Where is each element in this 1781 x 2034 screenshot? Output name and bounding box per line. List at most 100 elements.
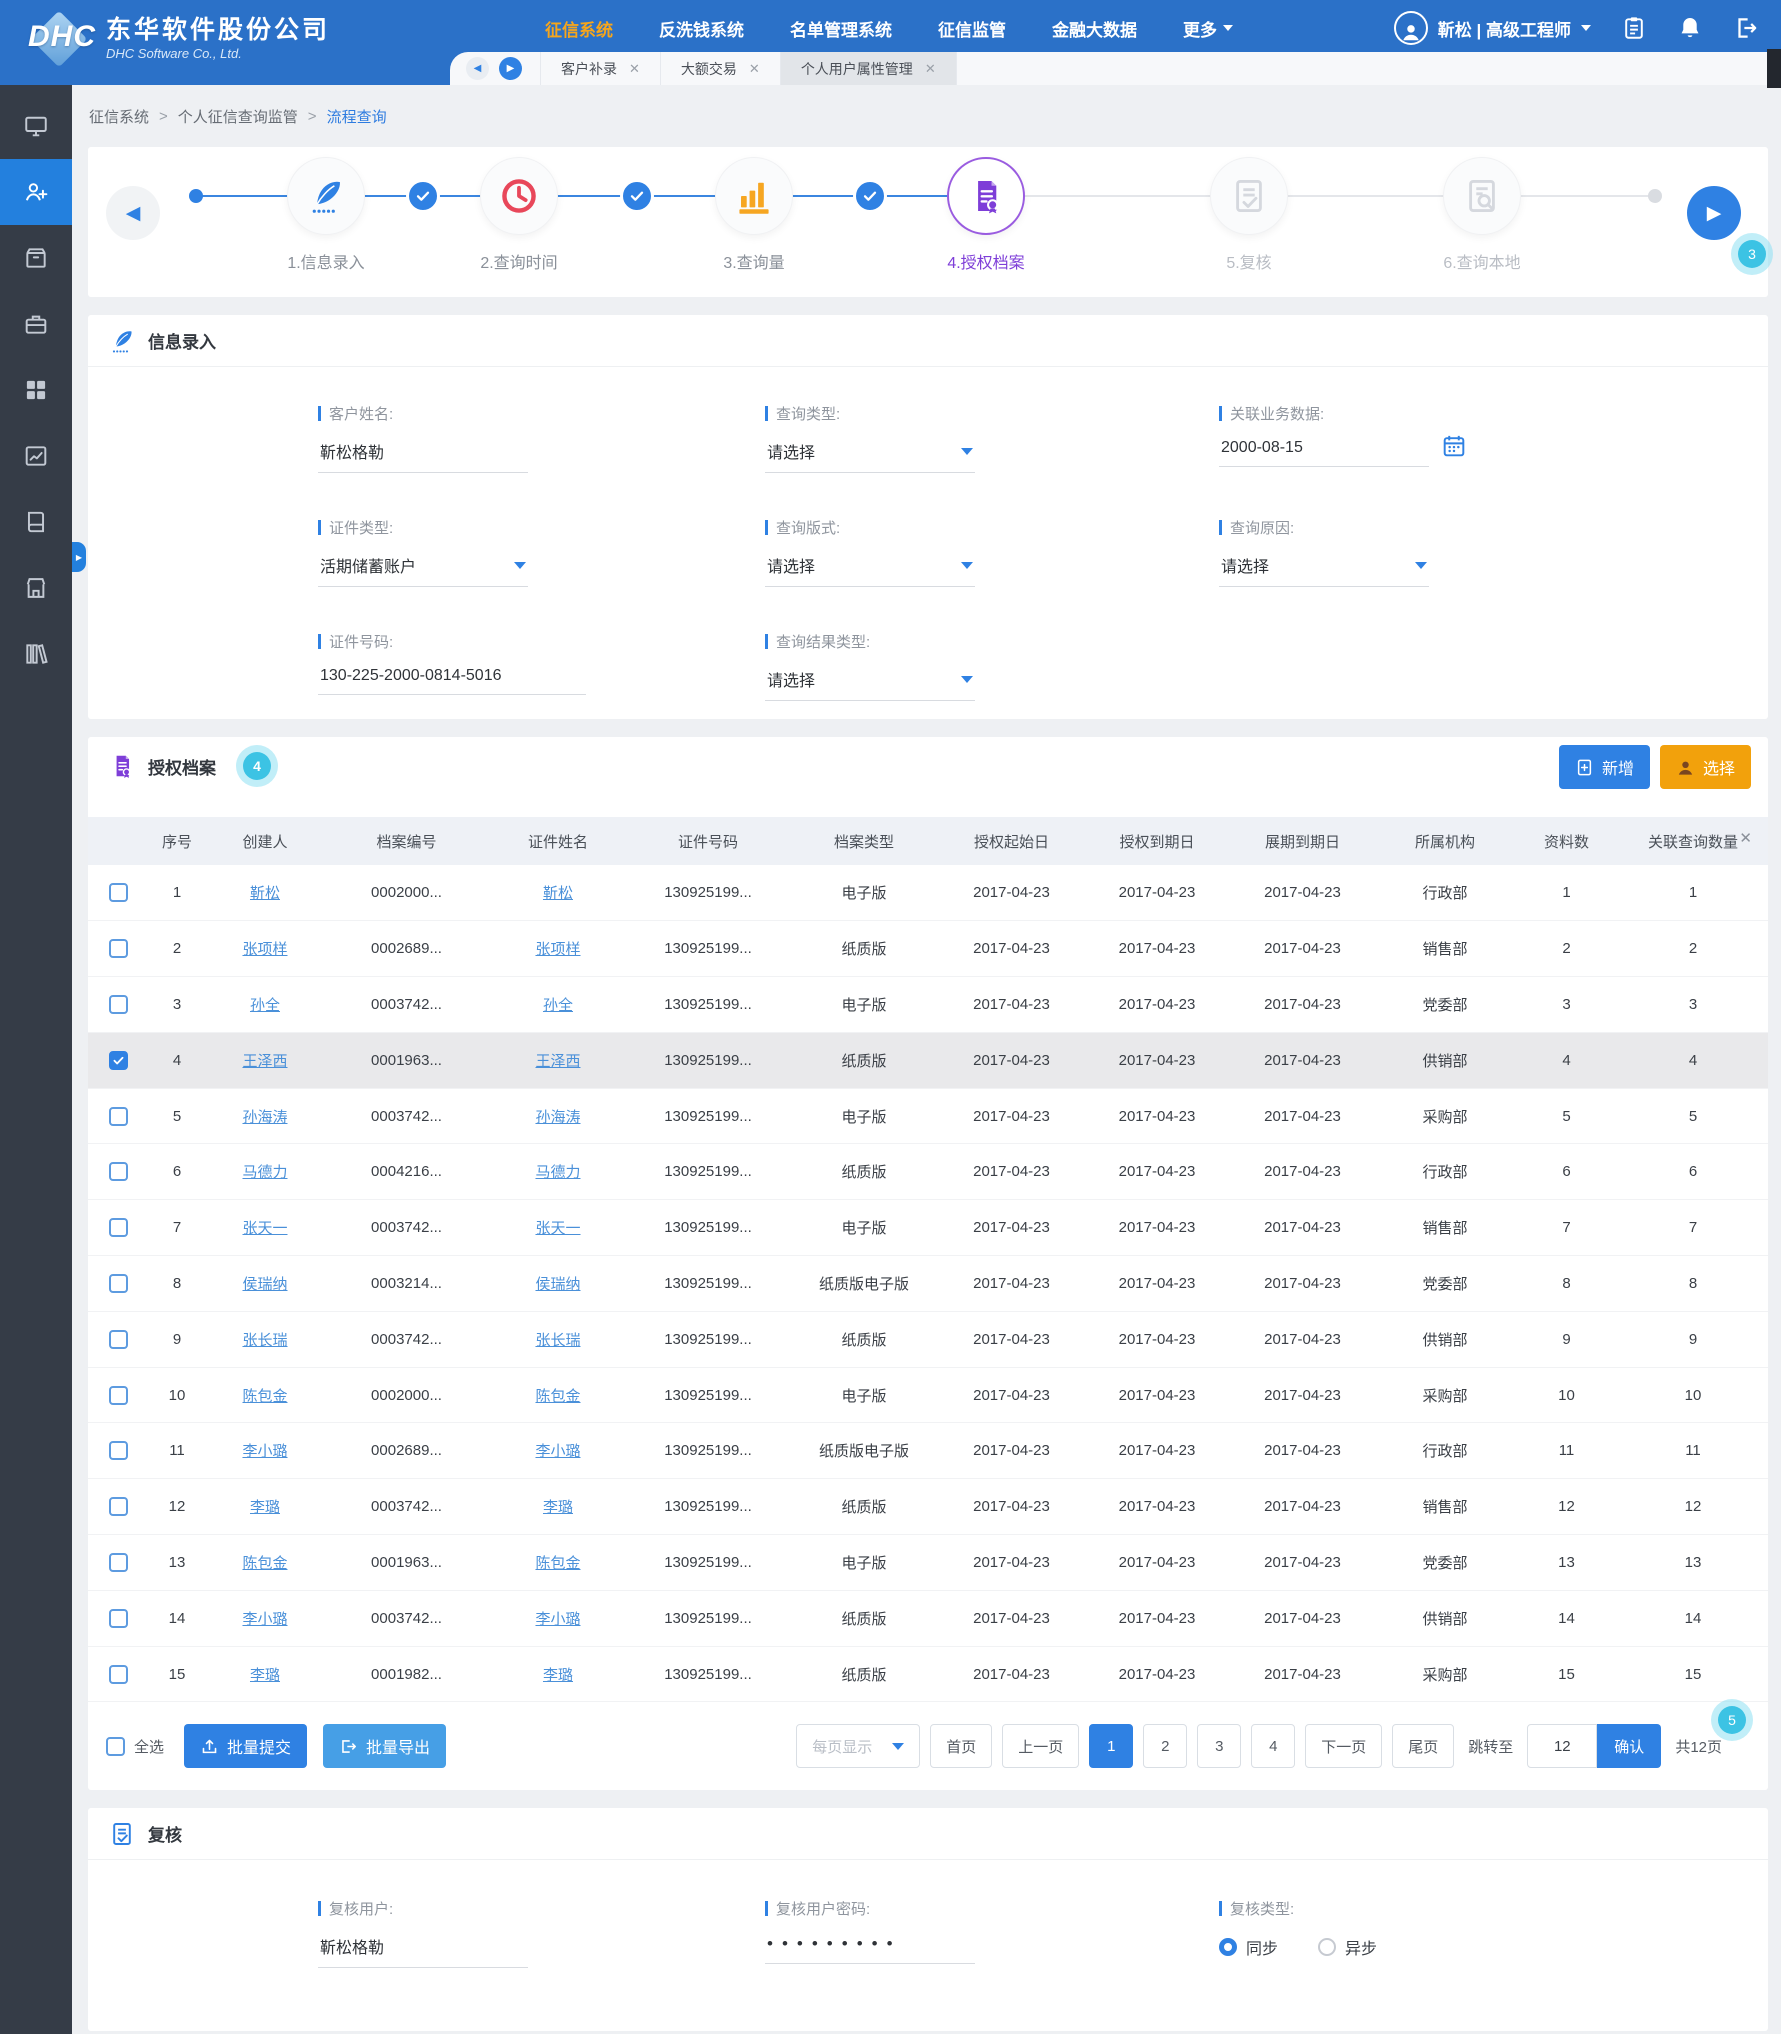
creator-link[interactable]: 张长瑞 bbox=[242, 1332, 287, 1349]
creator-link[interactable]: 张天一 bbox=[242, 1220, 287, 1237]
step-1[interactable] bbox=[287, 157, 365, 235]
tab[interactable]: 客户补录✕ bbox=[540, 52, 660, 85]
sidebar-item-briefcase[interactable] bbox=[0, 291, 72, 357]
name-link[interactable]: 王泽西 bbox=[535, 1053, 580, 1070]
tabs-scroll-right-button[interactable]: ▶ bbox=[499, 57, 522, 80]
field-input[interactable]: 请选择 bbox=[765, 665, 975, 701]
field-input[interactable]: 活期储蓄账户 bbox=[318, 551, 528, 587]
sidebar-item-book[interactable] bbox=[0, 489, 72, 555]
bell-icon[interactable] bbox=[1677, 15, 1703, 41]
select-button[interactable]: 选择 bbox=[1660, 745, 1751, 789]
select-all[interactable]: 全选 bbox=[106, 1736, 164, 1757]
nav-item[interactable]: 金融大数据 bbox=[1052, 16, 1137, 41]
row-checkbox[interactable] bbox=[109, 1107, 128, 1126]
step-6[interactable] bbox=[1443, 157, 1521, 235]
radio-option[interactable]: 异步 bbox=[1318, 1935, 1377, 1959]
stepper-next-button[interactable]: ▶ bbox=[1687, 186, 1741, 240]
tabs-scroll-left-button[interactable]: ◀ bbox=[466, 57, 489, 80]
row-checkbox[interactable] bbox=[109, 1051, 128, 1070]
row-checkbox[interactable] bbox=[109, 1665, 128, 1684]
close-icon[interactable]: ✕ bbox=[1739, 829, 1752, 847]
row-checkbox[interactable] bbox=[109, 883, 128, 902]
confirm-button[interactable]: 确认 bbox=[1597, 1724, 1661, 1768]
page-button-1[interactable]: 1 bbox=[1089, 1724, 1133, 1768]
row-checkbox[interactable] bbox=[109, 939, 128, 958]
creator-link[interactable]: 王泽西 bbox=[242, 1053, 287, 1070]
name-link[interactable]: 张长瑞 bbox=[535, 1332, 580, 1349]
field-input[interactable]: 130-225-2000-0814-5016 bbox=[318, 665, 586, 695]
name-link[interactable]: 陈包金 bbox=[535, 1555, 580, 1572]
name-link[interactable]: 靳松 bbox=[543, 885, 573, 902]
sidebar-item-user-add[interactable] bbox=[0, 159, 72, 225]
step-4[interactable] bbox=[947, 157, 1025, 235]
creator-link[interactable]: 马德力 bbox=[242, 1164, 287, 1181]
page-size-select[interactable]: 每页显示 bbox=[796, 1724, 920, 1768]
creator-link[interactable]: 李璐 bbox=[250, 1667, 280, 1684]
row-checkbox[interactable] bbox=[109, 1441, 128, 1460]
row-checkbox[interactable] bbox=[109, 1162, 128, 1181]
nav-item[interactable]: 更多 bbox=[1183, 16, 1233, 41]
close-icon[interactable]: ✕ bbox=[925, 61, 936, 77]
batch-submit-button[interactable]: 批量提交 bbox=[184, 1724, 307, 1768]
page-button-3[interactable]: 3 bbox=[1197, 1724, 1241, 1768]
step-2[interactable] bbox=[480, 157, 558, 235]
stepper-prev-button[interactable]: ◀ bbox=[106, 186, 160, 240]
clipboard-icon[interactable] bbox=[1621, 15, 1647, 41]
creator-link[interactable]: 李小璐 bbox=[242, 1611, 287, 1628]
name-link[interactable]: 李小璐 bbox=[535, 1611, 580, 1628]
nav-item[interactable]: 征信监管 bbox=[938, 16, 1006, 41]
creator-link[interactable]: 孙海涛 bbox=[242, 1109, 287, 1126]
breadcrumb-item[interactable]: 个人征信查询监管 bbox=[178, 106, 298, 127]
user-menu[interactable]: 靳松 | 高级工程师 bbox=[1394, 11, 1591, 45]
name-link[interactable]: 孙海涛 bbox=[535, 1109, 580, 1126]
next-page-button[interactable]: 下一页 bbox=[1305, 1724, 1382, 1768]
field-input[interactable]: 2000-08-15 bbox=[1219, 437, 1429, 467]
logout-icon[interactable] bbox=[1733, 15, 1759, 41]
select-all-checkbox[interactable] bbox=[106, 1737, 125, 1756]
row-checkbox[interactable] bbox=[109, 1274, 128, 1293]
batch-export-button[interactable]: 批量导出 bbox=[323, 1724, 446, 1768]
review-user-input[interactable]: 靳松格勒 bbox=[318, 1932, 528, 1968]
radio-option[interactable]: 同步 bbox=[1219, 1935, 1278, 1959]
name-link[interactable]: 李璐 bbox=[543, 1499, 573, 1516]
close-icon[interactable]: ✕ bbox=[629, 61, 640, 77]
prev-page-button[interactable]: 上一页 bbox=[1002, 1724, 1079, 1768]
review-password-input[interactable]: ••••••••• bbox=[765, 1932, 975, 1964]
name-link[interactable]: 孙全 bbox=[543, 997, 573, 1014]
name-link[interactable]: 陈包金 bbox=[535, 1388, 580, 1405]
step-3[interactable] bbox=[715, 157, 793, 235]
tab[interactable]: 大额交易✕ bbox=[660, 52, 780, 85]
row-checkbox[interactable] bbox=[109, 1609, 128, 1628]
calendar-icon[interactable] bbox=[1441, 433, 1467, 459]
creator-link[interactable]: 李璐 bbox=[250, 1499, 280, 1516]
nav-item[interactable]: 名单管理系统 bbox=[790, 16, 892, 41]
name-link[interactable]: 张项样 bbox=[535, 941, 580, 958]
sidebar-item-archive-box[interactable] bbox=[0, 225, 72, 291]
row-checkbox[interactable] bbox=[109, 1330, 128, 1349]
row-checkbox[interactable] bbox=[109, 1386, 128, 1405]
field-input[interactable]: 请选择 bbox=[765, 437, 975, 473]
creator-link[interactable]: 张项样 bbox=[242, 941, 287, 958]
first-page-button[interactable]: 首页 bbox=[930, 1724, 992, 1768]
field-input[interactable]: 请选择 bbox=[1219, 551, 1429, 587]
name-link[interactable]: 马德力 bbox=[535, 1164, 580, 1181]
breadcrumb-item[interactable]: 征信系统 bbox=[89, 106, 149, 127]
page-button-4[interactable]: 4 bbox=[1251, 1724, 1295, 1768]
row-checkbox[interactable] bbox=[109, 995, 128, 1014]
field-input[interactable]: 靳松格勒 bbox=[318, 437, 528, 473]
page-button-2[interactable]: 2 bbox=[1143, 1724, 1187, 1768]
name-link[interactable]: 李小璐 bbox=[535, 1443, 580, 1460]
add-button[interactable]: 新增 bbox=[1559, 745, 1650, 789]
close-icon[interactable]: ✕ bbox=[749, 61, 760, 77]
sidebar-item-grid[interactable] bbox=[0, 357, 72, 423]
field-input[interactable]: 请选择 bbox=[765, 551, 975, 587]
step-5[interactable] bbox=[1210, 157, 1288, 235]
row-checkbox[interactable] bbox=[109, 1553, 128, 1572]
creator-link[interactable]: 孙全 bbox=[250, 997, 280, 1014]
name-link[interactable]: 张天一 bbox=[535, 1220, 580, 1237]
nav-item[interactable]: 征信系统 bbox=[545, 16, 613, 41]
sidebar-item-library[interactable] bbox=[0, 621, 72, 687]
creator-link[interactable]: 侯瑞纳 bbox=[242, 1276, 287, 1293]
jump-page-input[interactable]: 12 bbox=[1527, 1724, 1597, 1768]
sidebar-item-store[interactable] bbox=[0, 555, 72, 621]
